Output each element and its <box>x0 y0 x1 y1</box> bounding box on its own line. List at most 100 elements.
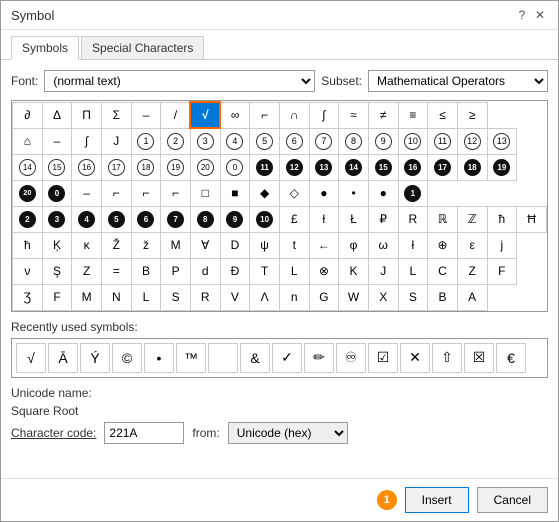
from-select[interactable]: Unicode (hex)Unicode (dec)ASCII (dec) <box>228 422 348 444</box>
help-button[interactable]: ? <box>514 7 530 23</box>
symbol-cell[interactable]: = <box>101 258 131 284</box>
symbol-cell[interactable]: Δ <box>42 102 72 128</box>
symbol-cell[interactable]: ∫ <box>309 102 339 128</box>
symbol-cell[interactable]: ◆ <box>250 180 280 206</box>
symbol-cell[interactable]: P <box>161 258 191 284</box>
symbol-cell[interactable]: 8 <box>190 206 220 232</box>
symbol-cell[interactable]: 4 <box>72 206 102 232</box>
symbol-cell[interactable]: D <box>220 232 250 258</box>
symbol-cell[interactable]: 17 <box>101 154 131 180</box>
symbol-cell[interactable]: Ķ <box>42 232 72 258</box>
symbol-cell[interactable]: 17 <box>428 154 458 180</box>
symbol-cell[interactable]: √ <box>190 102 220 128</box>
symbol-cell[interactable]: 20 <box>190 154 220 180</box>
subset-select[interactable]: Mathematical Operators <box>368 70 548 92</box>
symbol-cell[interactable]: 1 <box>131 128 161 154</box>
symbol-cell[interactable]: Z <box>457 258 487 284</box>
symbol-cell[interactable]: ∀ <box>190 232 220 258</box>
symbol-cell[interactable]: / <box>161 102 191 128</box>
symbol-cell[interactable]: ∩ <box>279 102 309 128</box>
symbol-cell[interactable]: – <box>72 180 102 206</box>
symbol-cell[interactable]: ∂ <box>13 102 43 128</box>
symbol-cell[interactable]: 13 <box>309 154 339 180</box>
symbol-cell[interactable]: 5 <box>101 206 131 232</box>
symbol-cell[interactable]: ł <box>398 232 428 258</box>
symbol-cell[interactable]: C <box>428 258 458 284</box>
symbol-cell[interactable]: ◇ <box>279 180 309 206</box>
symbol-cell[interactable]: 9 <box>368 128 398 154</box>
symbol-cell[interactable]: Ʒ <box>13 284 43 310</box>
symbol-cell[interactable]: ⌐ <box>131 180 161 206</box>
symbol-cell[interactable]: X <box>368 284 398 310</box>
recent-cell[interactable]: & <box>240 343 270 373</box>
symbol-cell[interactable]: 8 <box>339 128 369 154</box>
symbol-cell[interactable]: ≤ <box>428 102 458 128</box>
symbol-cell[interactable]: S <box>398 284 428 310</box>
symbol-cell[interactable]: Z <box>72 258 102 284</box>
tab-special-characters[interactable]: Special Characters <box>81 36 204 59</box>
symbol-cell[interactable]: 16 <box>72 154 102 180</box>
recent-cell[interactable] <box>208 343 238 373</box>
symbol-cell[interactable]: 14 <box>339 154 369 180</box>
symbol-cell[interactable]: B <box>131 258 161 284</box>
symbol-cell[interactable]: 3 <box>42 206 72 232</box>
symbol-cell[interactable]: £ <box>279 206 309 232</box>
symbol-cell[interactable]: ≠ <box>368 102 398 128</box>
tab-symbols[interactable]: Symbols <box>11 36 79 60</box>
symbol-cell[interactable]: L <box>398 258 428 284</box>
symbol-cell[interactable]: ε <box>457 232 487 258</box>
symbol-cell[interactable]: ≈ <box>339 102 369 128</box>
symbol-cell[interactable]: F <box>487 258 517 284</box>
symbol-cell[interactable]: 2 <box>13 206 43 232</box>
close-button[interactable]: ✕ <box>532 7 548 23</box>
recent-cell[interactable]: ✕ <box>400 343 430 373</box>
recent-cell[interactable]: © <box>112 343 142 373</box>
font-select[interactable]: (normal text) <box>44 70 315 92</box>
symbol-cell[interactable]: J <box>101 128 131 154</box>
symbol-cell[interactable]: ĸ <box>72 232 102 258</box>
symbol-cell[interactable]: Ħ <box>517 206 547 232</box>
symbol-cell[interactable]: ⌂ <box>13 128 43 154</box>
symbol-cell[interactable]: ∫ <box>72 128 102 154</box>
symbol-cell[interactable]: Ş <box>42 258 72 284</box>
symbol-cell[interactable]: – <box>131 102 161 128</box>
symbol-cell[interactable]: R <box>398 206 428 232</box>
symbol-cell[interactable]: ₽ <box>368 206 398 232</box>
symbol-cell[interactable]: W <box>339 284 369 310</box>
symbol-cell[interactable]: d <box>190 258 220 284</box>
symbol-cell[interactable]: ≡ <box>398 102 428 128</box>
symbol-cell[interactable]: – <box>42 128 72 154</box>
recent-cell[interactable]: ™ <box>176 343 206 373</box>
symbol-cell[interactable]: 15 <box>368 154 398 180</box>
symbol-cell[interactable]: S <box>161 284 191 310</box>
symbol-cell[interactable]: 4 <box>220 128 250 154</box>
symbol-cell[interactable]: 2 <box>161 128 191 154</box>
symbol-cell[interactable]: ⌐ <box>101 180 131 206</box>
symbol-cell[interactable]: ν <box>13 258 43 284</box>
recent-cell[interactable]: € <box>496 343 526 373</box>
insert-button[interactable]: Insert <box>405 487 469 513</box>
symbol-cell[interactable]: ← <box>309 232 339 258</box>
symbol-cell[interactable]: 12 <box>457 128 487 154</box>
symbol-cell[interactable]: ● <box>368 180 398 206</box>
symbol-cell[interactable]: ħ <box>13 232 43 258</box>
symbol-cell[interactable]: 0 <box>220 154 250 180</box>
symbol-cell[interactable]: ≥ <box>457 102 487 128</box>
symbol-cell[interactable]: Ž <box>101 232 131 258</box>
symbol-cell[interactable]: ■ <box>220 180 250 206</box>
symbol-cell[interactable]: Ł <box>339 206 369 232</box>
symbol-cell[interactable]: 3 <box>190 128 220 154</box>
symbol-cell[interactable]: Π <box>72 102 102 128</box>
symbol-cell[interactable]: j <box>487 232 517 258</box>
symbol-cell[interactable]: ž <box>131 232 161 258</box>
symbol-cell[interactable]: • <box>339 180 369 206</box>
symbol-cell[interactable]: □ <box>190 180 220 206</box>
symbol-cell[interactable]: 6 <box>279 128 309 154</box>
symbol-cell[interactable]: 0 <box>42 180 72 206</box>
recent-cell[interactable]: Ý <box>80 343 110 373</box>
symbol-cell[interactable]: ⌐ <box>250 102 280 128</box>
symbol-cell[interactable]: Đ <box>220 258 250 284</box>
cancel-button[interactable]: Cancel <box>477 487 548 513</box>
recent-cell[interactable]: Ā <box>48 343 78 373</box>
symbol-cell[interactable]: φ <box>339 232 369 258</box>
